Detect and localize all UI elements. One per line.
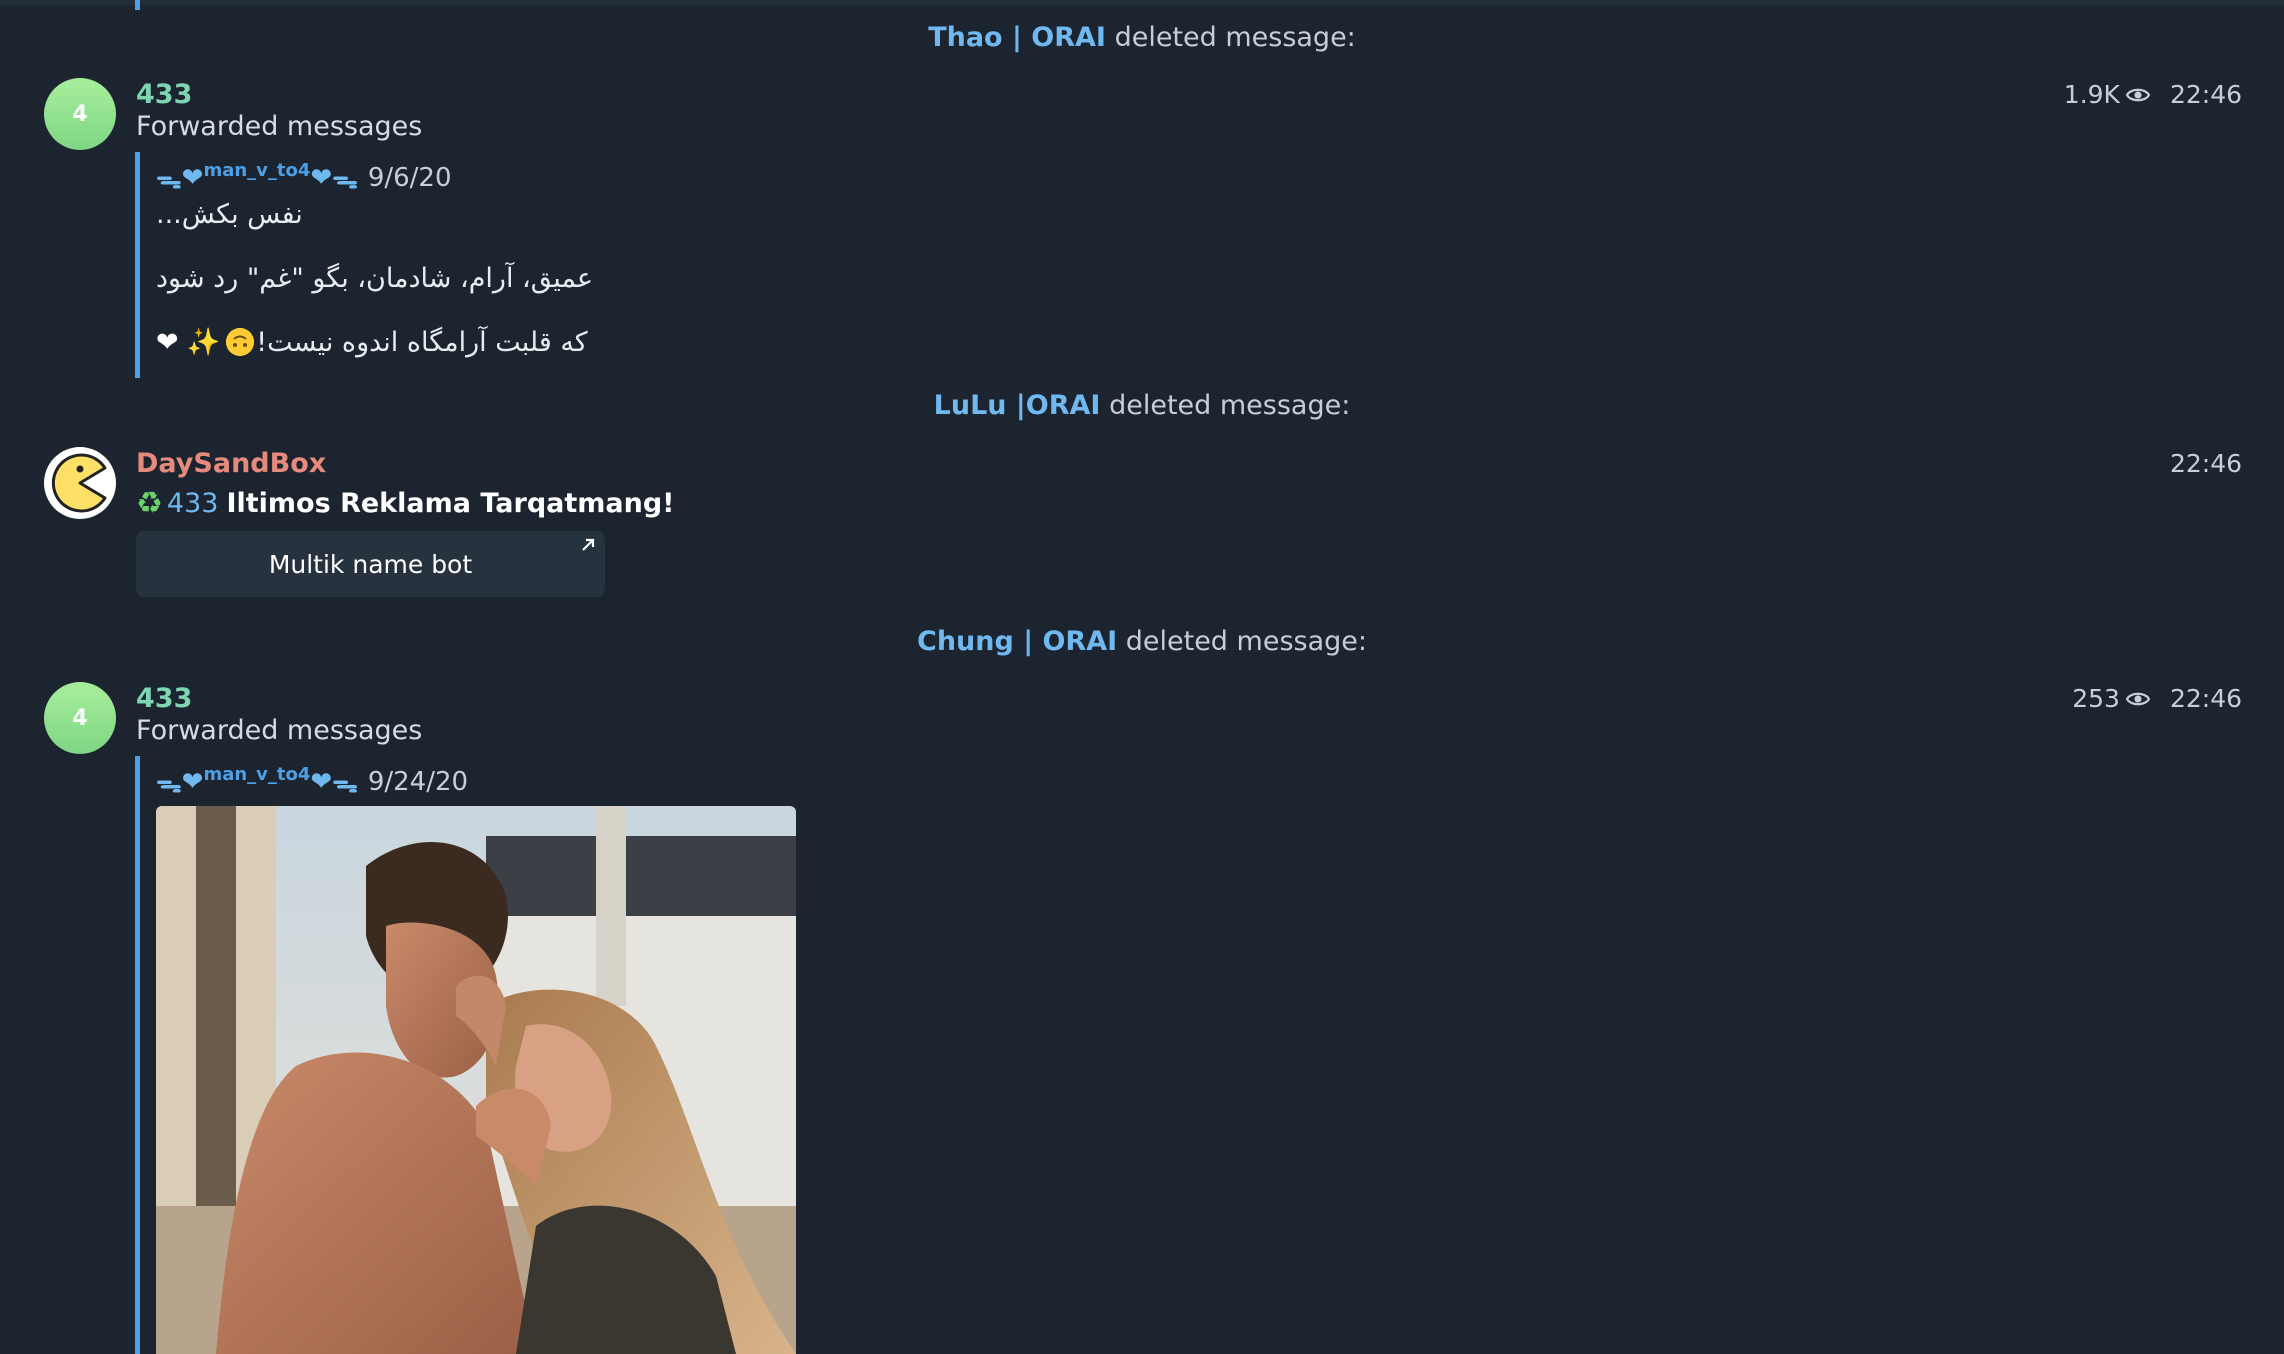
message-text-line: ❤ ✨ که قلبت آرامگاه اندوه نیست! [156,326,588,359]
view-count: 253 [2072,684,2120,713]
forward-author[interactable]: ᯓ ❤ man_v_to4 ❤ ᯓ [156,160,358,196]
forward-quote-bar [135,152,140,378]
wave-decoration-icon: ᯓ [332,165,358,195]
forward-date: 9/6/20 [367,163,452,193]
sender-name[interactable]: 433 [136,79,192,110]
chat-history: Thao | ORAI deleted message: 4 433 Forwa… [0,0,2284,1354]
eye-icon [2125,86,2150,104]
wave-decoration-icon: ᯓ [332,769,358,799]
top-divider [0,0,2284,5]
sender-name[interactable]: DaySandBox [136,448,326,479]
warning-text: Iltimos Reklama Tarqatmang! [226,488,675,519]
service-text: deleted message: [1125,626,1367,657]
message-text: ♻ 433 Iltimos Reklama Tarqatmang! [136,486,675,521]
message-meta: 253 22:46 [2072,684,2242,713]
avatar-letter: 4 [72,705,88,731]
eye-icon [2125,690,2150,708]
sparkles-emoji-icon: ✨ [186,327,221,358]
forward-header: ᯓ ❤ man_v_to4 ❤ ᯓ 9/24/20 [156,764,468,800]
previous-quote-bar [135,0,140,10]
service-message: LuLu |ORAI deleted message: [0,390,2284,421]
forward-header: ᯓ ❤ man_v_to4 ❤ ᯓ 9/6/20 [156,160,452,196]
service-user-link[interactable]: Thao | ORAI [928,22,1106,53]
upside-down-face-emoji-icon [226,328,255,356]
photo-attachment[interactable] [156,806,796,1354]
service-user-link[interactable]: Chung | ORAI [917,626,1117,657]
sender-name[interactable]: 433 [136,683,192,714]
message-text-line: عمیق، آرام، شادمان، بگو "غم" رد شود [156,263,594,294]
service-message: Thao | ORAI deleted message: [0,22,2284,53]
forward-author[interactable]: ᯓ ❤ man_v_to4 ❤ ᯓ [156,764,358,800]
message-time: 22:46 [2169,449,2242,478]
forward-date: 9/24/20 [367,767,469,797]
forward-quote-bar [135,756,140,1354]
forwarded-label: Forwarded messages [136,715,423,746]
message-time: 22:46 [2169,684,2242,713]
mention-number[interactable]: 433 [167,488,219,519]
message-meta: 1.9K 22:46 [2064,80,2242,109]
heart-decoration-icon: ❤ [181,767,204,797]
service-text: deleted message: [1109,390,1351,421]
forwarded-label: Forwarded messages [136,111,423,142]
heart-decoration-icon: ❤ [310,163,333,193]
service-user-link[interactable]: LuLu |ORAI [934,390,1101,421]
view-count: 1.9K [2063,80,2120,109]
heart-decoration-icon: ❤ [310,767,333,797]
recycle-icon: ♻ [136,486,163,521]
wave-decoration-icon: ᯓ [156,769,182,799]
avatar[interactable]: 4 [44,682,116,754]
bot-button-label: Multik name bot [268,549,473,579]
message-meta: 22:46 [2170,449,2242,478]
message-time: 22:46 [2169,80,2242,109]
heart-emoji-icon: ❤ [156,326,179,358]
service-message: Chung | ORAI deleted message: [0,626,2284,657]
pacman-avatar-icon[interactable] [44,447,116,519]
avatar-letter: 4 [72,101,88,127]
inline-bot-button[interactable]: Multik name bot [136,531,605,597]
avatar[interactable]: 4 [44,78,116,150]
external-link-arrow-icon [579,535,597,560]
message-text-line: نفس بکش... [156,199,303,230]
heart-decoration-icon: ❤ [181,163,204,193]
service-text: deleted message: [1114,22,1356,53]
wave-decoration-icon: ᯓ [156,165,182,195]
